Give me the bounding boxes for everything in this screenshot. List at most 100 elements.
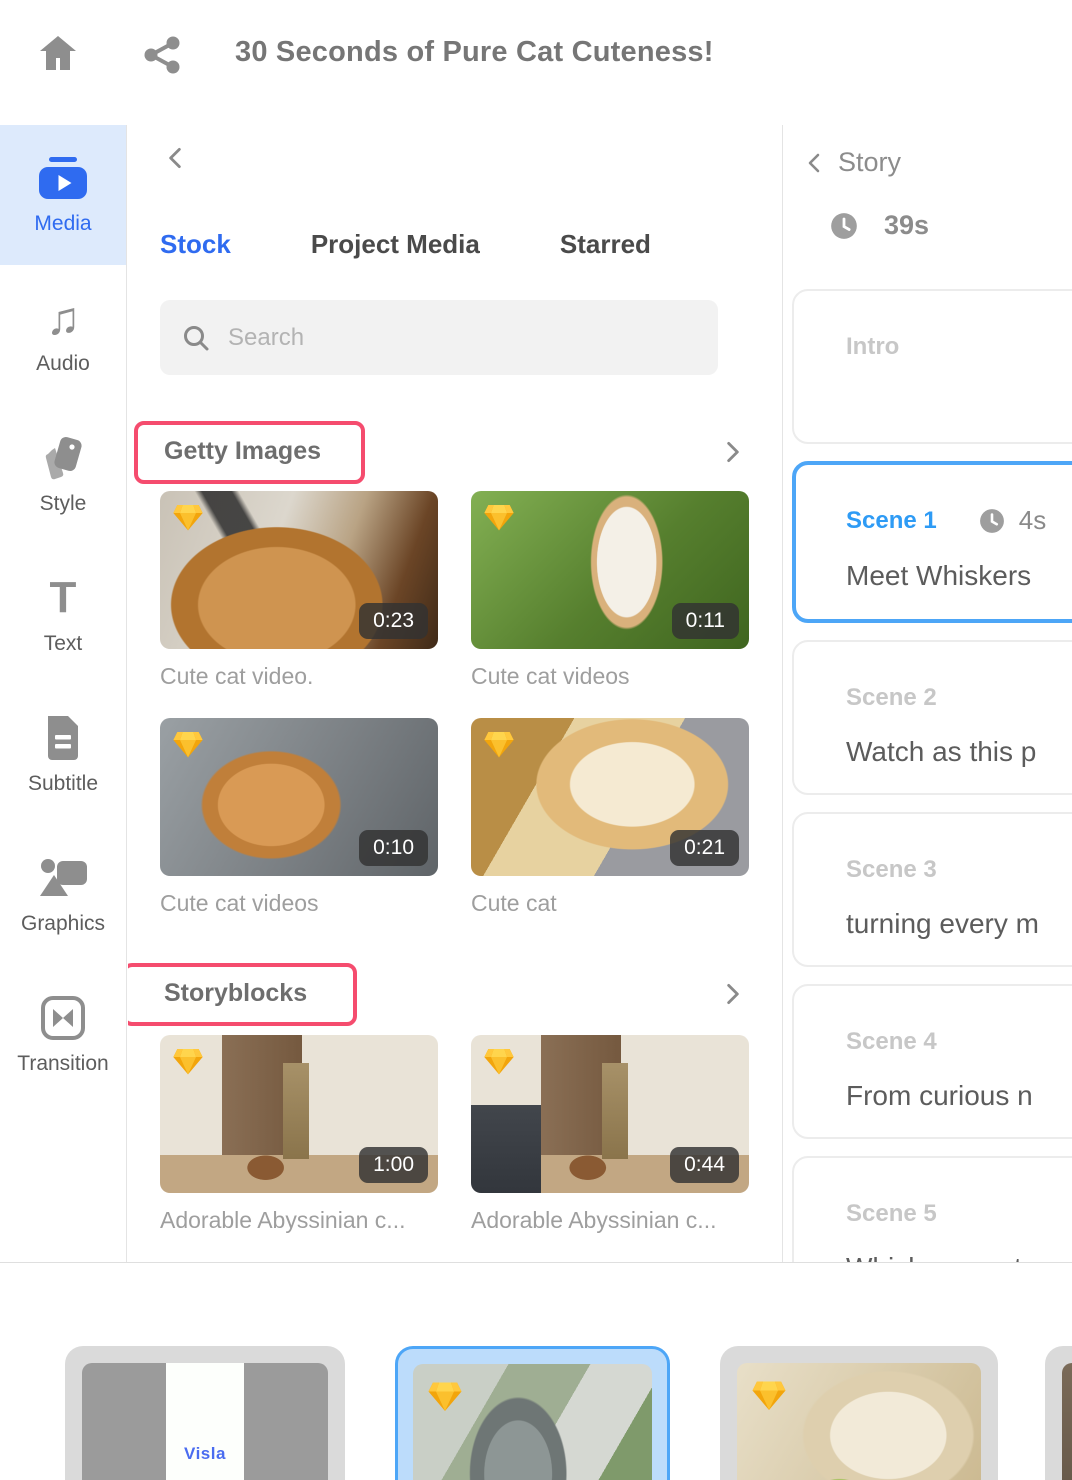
clock-icon (830, 212, 858, 240)
video-thumbnail[interactable]: 0:44 (471, 1035, 749, 1193)
duration-badge: 0:21 (670, 830, 739, 866)
scene-script-text: From curious n (846, 1080, 1033, 1111)
clock-icon (979, 508, 1005, 534)
timeline-clip-scene-1-selected[interactable] (395, 1346, 670, 1480)
section-header-getty: Getty Images (134, 421, 748, 491)
intro-clip-preview: Visla (82, 1363, 328, 1480)
subtitle-document-icon (44, 714, 82, 762)
media-caption: Adorable Abyssinian c... (160, 1207, 406, 1233)
top-header: 30 Seconds of Pure Cat Cuteness! (0, 0, 1072, 125)
sidebar-label-style: Style (39, 492, 87, 515)
timeline-clip-intro[interactable]: Visla (65, 1346, 345, 1480)
getty-highlight-box: Getty Images (134, 421, 366, 484)
media-item[interactable]: 0:44 Adorable Abyssinian c... (471, 1035, 749, 1234)
media-item[interactable]: 0:11 Cute cat videos (471, 491, 749, 690)
home-icon[interactable] (38, 34, 78, 72)
media-item[interactable]: 0:23 Cute cat video. (160, 491, 438, 690)
graphics-image-icon (39, 854, 87, 902)
premium-gem-icon (172, 501, 204, 533)
timeline-clip-scene-2[interactable] (720, 1346, 998, 1480)
search-input[interactable] (226, 322, 696, 353)
sidebar-item-subtitle[interactable]: Subtitle (0, 685, 126, 825)
story-title: Story (838, 147, 902, 177)
scene-label: Scene 2 (846, 684, 937, 711)
video-thumbnail[interactable]: 0:23 (160, 491, 438, 649)
sidebar-item-graphics[interactable]: Graphics (0, 825, 126, 965)
sidebar-label-transition: Transition (17, 1052, 109, 1075)
story-card-scene-4[interactable]: Scene 4 From curious n (792, 984, 1072, 1139)
sidebar-item-style[interactable]: Style (0, 405, 126, 545)
sidebar-label-audio: Audio (36, 352, 90, 375)
chevron-right-icon[interactable] (720, 439, 746, 465)
storyboard-timeline: Visla (0, 1262, 1072, 1480)
search-icon (182, 324, 210, 352)
tab-project-media[interactable]: Project Media (311, 229, 480, 260)
section-title[interactable]: Storyblocks (164, 979, 307, 1008)
chevron-right-icon[interactable] (720, 981, 746, 1007)
story-back-chevron-icon[interactable] (802, 151, 826, 175)
story-card-scene-5[interactable]: Scene 5 Whiskers captu (792, 1156, 1072, 1262)
brand-logo-text: Visla (184, 1443, 226, 1463)
scene-script-text: Whiskers captu (846, 1252, 1072, 1262)
video-thumbnail[interactable]: 0:21 (471, 718, 749, 876)
text-icon: T (49, 573, 77, 622)
story-card-scene-3[interactable]: Scene 3 turning every m (792, 812, 1072, 967)
music-note-icon: ♫ (45, 292, 81, 344)
story-card-list: Intro Scene 1 4s Meet Whiskers Scene 2 W… (784, 289, 1072, 1262)
getty-media-grid: 0:23 Cute cat video. 0:11 Cute cat video… (160, 491, 749, 917)
media-tabs: Stock Project Media Starred (160, 229, 748, 260)
section-title[interactable]: Getty Images (164, 437, 321, 466)
video-thumbnail[interactable]: 0:11 (471, 491, 749, 649)
sidebar-item-transition[interactable]: Transition (0, 965, 126, 1105)
tab-stock[interactable]: Stock (160, 229, 231, 260)
clip-preview (737, 1363, 981, 1480)
story-card-scene-1[interactable]: Scene 1 4s Meet Whiskers (792, 461, 1072, 623)
brand-column: Visla (166, 1363, 244, 1480)
sidebar-label-subtitle: Subtitle (27, 772, 99, 795)
media-item[interactable]: 0:10 Cute cat videos (160, 718, 438, 917)
search-bar[interactable] (160, 300, 718, 375)
scene-duration: 4s (1018, 505, 1047, 535)
timeline-clip-scene-3[interactable] (1045, 1346, 1072, 1480)
share-icon[interactable] (143, 36, 181, 74)
media-caption: Cute cat videos (160, 890, 319, 916)
clip-preview (413, 1364, 652, 1480)
total-duration-value: 39s (884, 210, 930, 240)
media-caption: Cute cat (471, 890, 557, 916)
scene-label: Scene 4 (846, 1028, 937, 1055)
media-caption: Cute cat video. (160, 663, 314, 689)
storyblocks-highlight-box: Storyblocks (128, 963, 358, 1026)
story-card-scene-2[interactable]: Scene 2 Watch as this p (792, 640, 1072, 795)
storyblocks-media-grid: 1:00 Adorable Abyssinian c... 0:44 Adora… (160, 1035, 749, 1262)
tab-starred[interactable]: Starred (560, 229, 651, 260)
sidebar-label-media: Media (34, 212, 92, 235)
sidebar-item-text[interactable]: T Text (0, 545, 126, 685)
premium-gem-icon (172, 728, 204, 760)
duration-badge: 0:10 (359, 830, 428, 866)
story-total-duration: 39s (830, 210, 1072, 241)
section-header-storyblocks: Storyblocks (128, 963, 748, 1033)
sidebar-label-text: Text (43, 632, 83, 655)
premium-gem-icon (751, 1377, 787, 1413)
media-item[interactable]: 1:00 Adorable Abyssinian c... (160, 1035, 438, 1234)
video-thumbnail[interactable]: 0:10 (160, 718, 438, 876)
media-caption: Adorable Abyssinian c... (471, 1207, 717, 1233)
premium-gem-icon (483, 728, 515, 760)
sidebar-item-media[interactable]: Media (0, 125, 126, 265)
scene-script-text: turning every m (846, 908, 1039, 939)
media-caption: Cute cat videos (471, 663, 630, 689)
scene-script-text: Meet Whiskers (846, 560, 1032, 591)
left-sidebar: Media ♫ Audio Style T Text Subtitle Grap… (0, 125, 127, 1262)
scene-label: Scene 1 (846, 506, 937, 534)
sidebar-item-audio[interactable]: ♫ Audio (0, 265, 126, 405)
premium-gem-icon (483, 501, 515, 533)
premium-gem-icon (483, 1045, 515, 1077)
sidebar-label-graphics: Graphics (20, 912, 106, 935)
panel-back-chevron-icon[interactable] (162, 145, 188, 171)
transition-icon (40, 994, 86, 1042)
media-item[interactable]: 0:21 Cute cat (471, 718, 749, 917)
scene-label: Scene 5 (846, 1200, 937, 1227)
duration-badge: 0:11 (671, 603, 739, 639)
video-thumbnail[interactable]: 1:00 (160, 1035, 438, 1193)
story-card-intro[interactable]: Intro (792, 289, 1072, 444)
